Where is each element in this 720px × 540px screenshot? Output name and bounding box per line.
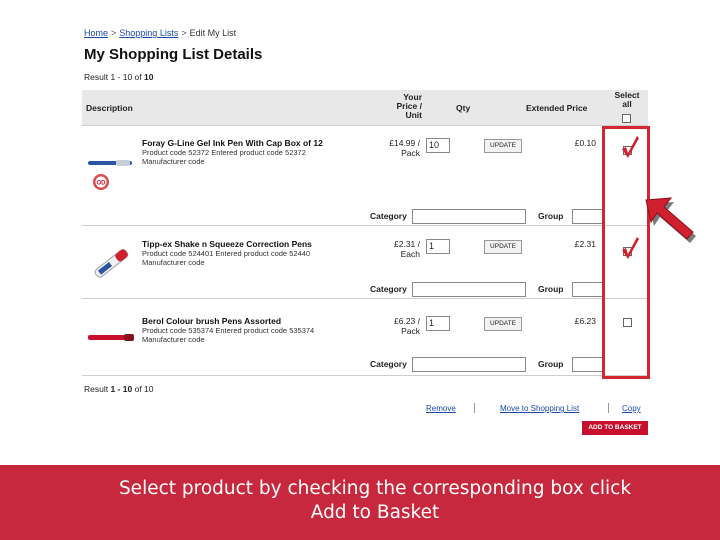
add-to-basket-button[interactable]: ADD TO BASKET xyxy=(582,421,648,435)
update-button[interactable]: UPDATE xyxy=(484,240,522,254)
divider xyxy=(474,403,475,413)
remove-link[interactable]: Remove xyxy=(426,404,456,413)
extended-price: £0.10 xyxy=(574,138,596,148)
group-label: Group xyxy=(538,359,564,369)
category-input[interactable] xyxy=(412,209,526,224)
group-label: Group xyxy=(538,284,564,294)
quantity-input[interactable]: 10 xyxy=(426,138,450,153)
instruction-line-1: Select product by checking the correspon… xyxy=(118,478,632,499)
select-column-highlight xyxy=(602,126,650,379)
result-range: 1 - 10 xyxy=(110,384,133,394)
product-name[interactable]: Foray G-Line Gel Ink Pen With Cap Box of… xyxy=(142,138,323,148)
arrow-pointer-icon xyxy=(645,197,696,243)
category-label: Category xyxy=(370,211,407,221)
result-count-text: Result 1 - 10 of xyxy=(84,72,142,82)
instruction-line-2: Add to Basket xyxy=(310,502,440,523)
manufacturer-code: Manufacturer code xyxy=(142,157,205,166)
group-input[interactable] xyxy=(572,282,604,297)
group-input[interactable] xyxy=(572,209,604,224)
result-total: 10 xyxy=(144,72,154,82)
category-input[interactable] xyxy=(412,282,526,297)
unit-price: £2.31 / Each xyxy=(394,239,420,259)
move-to-shopping-list-link[interactable]: Move to Shopping List xyxy=(500,404,579,413)
product-name[interactable]: Berol Colour brush Pens Assorted xyxy=(142,316,281,326)
table-header: Description Your Price / Unit Qty Extend… xyxy=(82,90,648,126)
product-image: OD xyxy=(86,156,136,197)
column-header-qty: Qty xyxy=(456,103,471,113)
product-image xyxy=(86,239,136,292)
manufacturer-code: Manufacturer code xyxy=(142,258,205,267)
column-header-extended-price: Extended Price xyxy=(526,103,588,113)
category-input[interactable] xyxy=(412,357,526,372)
page-title: My Shopping List Details xyxy=(84,46,263,63)
breadcrumb-separator: > xyxy=(111,28,117,38)
category-label: Category xyxy=(370,359,407,369)
breadcrumb-shopping-lists-link[interactable]: Shopping Lists xyxy=(119,28,178,38)
breadcrumb-current: Edit My List xyxy=(189,28,237,38)
product-badge: OD xyxy=(97,181,107,187)
result-suffix: of 10 xyxy=(134,384,154,394)
update-button[interactable]: UPDATE xyxy=(484,139,522,153)
product-name[interactable]: Tipp-ex Shake n Squeeze Correction Pens xyxy=(142,239,312,249)
breadcrumb-home-link[interactable]: Home xyxy=(84,28,108,38)
column-header-description: Description xyxy=(86,103,133,113)
result-count-bottom: Result 1 - 10 of 10 xyxy=(84,384,154,394)
divider xyxy=(608,403,609,413)
product-image xyxy=(86,330,136,351)
unit-price: £6.23 / Pack xyxy=(394,316,420,336)
extended-price: £2.31 xyxy=(574,239,596,249)
table-row: OD Foray G-Line Gel Ink Pen With Cap Box… xyxy=(82,136,648,226)
instruction-banner: Select product by checking the correspon… xyxy=(0,465,720,540)
column-header-select-all: Select all xyxy=(614,90,640,109)
copy-link[interactable]: Copy xyxy=(622,404,641,413)
category-label: Category xyxy=(370,284,407,294)
table-row: Tipp-ex Shake n Squeeze Correction Pens … xyxy=(82,237,648,299)
quantity-input[interactable]: 1 xyxy=(426,239,450,254)
select-all-checkbox[interactable] xyxy=(622,114,631,123)
group-label: Group xyxy=(538,211,564,221)
product-code: Product code 535374 Entered product code… xyxy=(142,326,315,335)
instruction-text: Select product by checking the correspon… xyxy=(70,477,680,525)
breadcrumb-separator: > xyxy=(181,28,187,38)
result-prefix: Result xyxy=(84,384,109,394)
breadcrumb: Home > Shopping Lists > Edit My List xyxy=(84,28,236,38)
table-row: Berol Colour brush Pens Assorted Product… xyxy=(82,316,648,376)
quantity-input[interactable]: 1 xyxy=(426,316,450,331)
result-count-top: Result 1 - 10 of 10 xyxy=(84,72,153,82)
manufacturer-code: Manufacturer code xyxy=(142,335,205,344)
product-code: Product code 52372 Entered product code … xyxy=(142,148,306,157)
column-header-price: Your Price / Unit xyxy=(396,92,422,120)
update-button[interactable]: UPDATE xyxy=(484,317,522,331)
group-input[interactable] xyxy=(572,357,604,372)
unit-price: £14.99 / Pack xyxy=(389,138,420,158)
product-code: Product code 524401 Entered product code… xyxy=(142,249,311,258)
extended-price: £6.23 xyxy=(574,316,596,326)
